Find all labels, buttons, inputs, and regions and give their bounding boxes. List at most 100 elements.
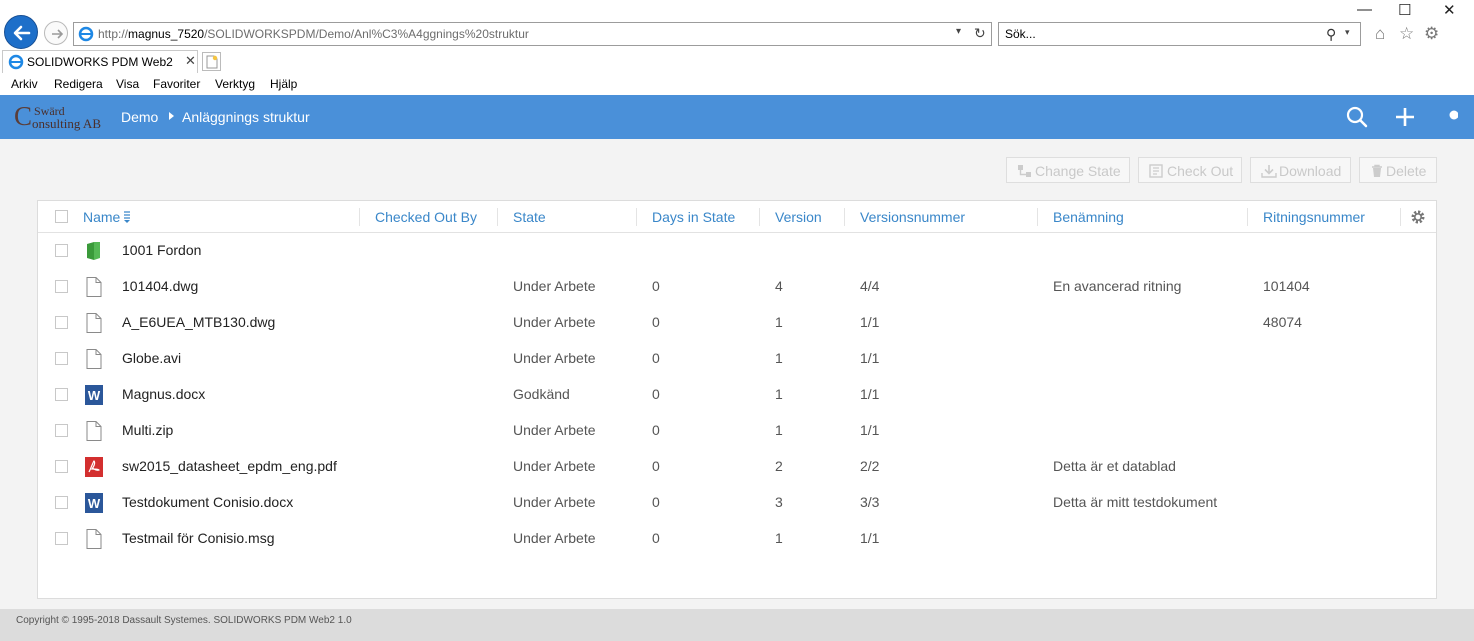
row-name[interactable]: Testdokument Conisio.docx: [122, 494, 293, 510]
main-content: Change State Check Out Download Delete N…: [0, 139, 1474, 609]
table-row[interactable]: sw2015_datasheet_epdm_eng.pdf Under Arbe…: [38, 449, 1436, 485]
menu-verktyg[interactable]: Verktyg: [215, 77, 255, 91]
table-row[interactable]: W Testdokument Conisio.docx Under Arbete…: [38, 485, 1436, 521]
row-checkbox[interactable]: [55, 424, 68, 437]
browser-tab[interactable]: SOLIDWORKS PDM Web2 ✕: [2, 50, 198, 73]
row-name[interactable]: A_E6UEA_MTB130.dwg: [122, 314, 275, 330]
page-footer: Copyright © 1995-2018 Dassault Systemes.…: [0, 609, 1474, 641]
check-out-button[interactable]: Check Out: [1138, 157, 1242, 183]
row-checkbox[interactable]: [55, 496, 68, 509]
row-benamning: Detta är et datablad: [1053, 458, 1176, 474]
browser-search-input[interactable]: Sök... ⚲ ▾: [998, 22, 1361, 46]
word-icon: W: [85, 493, 103, 513]
table-row[interactable]: Multi.zip Under Arbete 0 1 1/1: [38, 413, 1436, 449]
column-separator[interactable]: [759, 208, 760, 226]
column-checked-out-by[interactable]: Checked Out By: [375, 209, 477, 225]
menu-redigera[interactable]: Redigera: [54, 77, 103, 91]
menu-visa[interactable]: Visa: [116, 77, 139, 91]
change-state-button[interactable]: Change State: [1006, 157, 1130, 183]
row-checkbox[interactable]: [55, 244, 68, 257]
column-name[interactable]: Name: [83, 209, 120, 225]
table-row[interactable]: A_E6UEA_MTB130.dwg Under Arbete 0 1 1/1 …: [38, 305, 1436, 341]
row-name[interactable]: Globe.avi: [122, 350, 181, 366]
column-separator[interactable]: [636, 208, 637, 226]
settings-gear-icon[interactable]: ⚙: [1424, 24, 1439, 44]
close-tab-icon[interactable]: ✕: [185, 53, 196, 69]
column-separator[interactable]: [1247, 208, 1248, 226]
delete-button[interactable]: Delete: [1359, 157, 1437, 183]
minimize-icon[interactable]: —: [1357, 1, 1372, 18]
table-row[interactable]: Globe.avi Under Arbete 0 1 1/1: [38, 341, 1436, 377]
search-dropdown-icon[interactable]: ▾: [1345, 27, 1350, 38]
grid-header: Name Checked Out By State Days in State …: [38, 201, 1436, 233]
company-logo[interactable]: C Swärd onsulting AB: [14, 99, 110, 133]
row-checkbox[interactable]: [55, 316, 68, 329]
row-state: Godkänd: [513, 386, 570, 402]
row-versionsnummer: 4/4: [860, 278, 880, 294]
row-days-in-state: 0: [652, 422, 660, 438]
back-button[interactable]: [4, 15, 38, 49]
column-days-in-state[interactable]: Days in State: [652, 209, 735, 225]
column-settings-gear-icon[interactable]: [1410, 209, 1426, 225]
new-tab-button[interactable]: [202, 52, 221, 71]
add-icon[interactable]: [1393, 105, 1417, 129]
breadcrumb-demo[interactable]: Demo: [121, 109, 158, 125]
change-state-icon: [1018, 165, 1031, 177]
column-separator[interactable]: [359, 208, 360, 226]
column-version[interactable]: Version: [775, 209, 822, 225]
row-days-in-state: 0: [652, 494, 660, 510]
folder-icon: [87, 242, 100, 260]
delete-label: Delete: [1386, 163, 1427, 179]
refresh-icon[interactable]: ↻: [974, 25, 986, 42]
menu-bar: Arkiv Redigera Visa Favoriter Verktyg Hj…: [0, 74, 1474, 94]
row-name[interactable]: sw2015_datasheet_epdm_eng.pdf: [122, 458, 337, 474]
column-separator[interactable]: [844, 208, 845, 226]
column-separator[interactable]: [497, 208, 498, 226]
url-text: http://magnus_7520/SOLIDWORKSPDM/Demo/An…: [98, 27, 529, 41]
column-state[interactable]: State: [513, 209, 546, 225]
row-name[interactable]: 1001 Fordon: [122, 242, 201, 258]
row-checkbox[interactable]: [55, 352, 68, 365]
row-checkbox[interactable]: [55, 280, 68, 293]
home-icon[interactable]: ⌂: [1375, 24, 1385, 44]
menu-hjalp[interactable]: Hjälp: [270, 77, 297, 91]
user-icon[interactable]: [1446, 105, 1458, 129]
maximize-icon[interactable]: ☐: [1398, 1, 1411, 19]
table-row[interactable]: Testmail för Conisio.msg Under Arbete 0 …: [38, 521, 1436, 557]
row-checkbox[interactable]: [55, 460, 68, 473]
address-bar[interactable]: http://magnus_7520/SOLIDWORKSPDM/Demo/An…: [73, 22, 992, 46]
favorites-star-icon[interactable]: ☆: [1399, 24, 1414, 44]
forward-button[interactable]: [44, 21, 68, 45]
select-all-checkbox[interactable]: [55, 210, 68, 223]
row-name[interactable]: 101404.dwg: [122, 278, 198, 294]
table-row[interactable]: 1001 Fordon: [38, 233, 1436, 269]
row-name[interactable]: Magnus.docx: [122, 386, 205, 402]
menu-favoriter[interactable]: Favoriter: [153, 77, 200, 91]
row-days-in-state: 0: [652, 530, 660, 546]
column-separator[interactable]: [1037, 208, 1038, 226]
column-versionsnummer[interactable]: Versionsnummer: [860, 209, 965, 225]
table-row[interactable]: W Magnus.docx Godkänd 0 1 1/1: [38, 377, 1436, 413]
row-days-in-state: 0: [652, 350, 660, 366]
column-separator[interactable]: [1400, 208, 1401, 226]
row-name[interactable]: Testmail för Conisio.msg: [122, 530, 275, 546]
table-row[interactable]: 101404.dwg Under Arbete 0 4 4/4 En avanc…: [38, 269, 1436, 305]
file-icon: [86, 529, 102, 549]
row-state: Under Arbete: [513, 458, 596, 474]
row-name[interactable]: Multi.zip: [122, 422, 173, 438]
sort-icon[interactable]: [123, 211, 131, 224]
column-ritningsnummer[interactable]: Ritningsnummer: [1263, 209, 1365, 225]
search-icon[interactable]: [1345, 105, 1369, 129]
row-checkbox[interactable]: [55, 388, 68, 401]
menu-arkiv[interactable]: Arkiv: [11, 77, 38, 91]
close-window-icon[interactable]: ✕: [1443, 1, 1456, 19]
row-days-in-state: 0: [652, 458, 660, 474]
breadcrumb-current: Anläggnings struktur: [182, 109, 310, 125]
url-dropdown-icon[interactable]: ▾: [956, 26, 961, 37]
column-benamning[interactable]: Benämning: [1053, 209, 1124, 225]
search-icon[interactable]: ⚲: [1326, 26, 1336, 43]
row-version: 4: [775, 278, 783, 294]
row-checkbox[interactable]: [55, 532, 68, 545]
download-label: Download: [1279, 163, 1342, 179]
download-button[interactable]: Download: [1250, 157, 1351, 183]
